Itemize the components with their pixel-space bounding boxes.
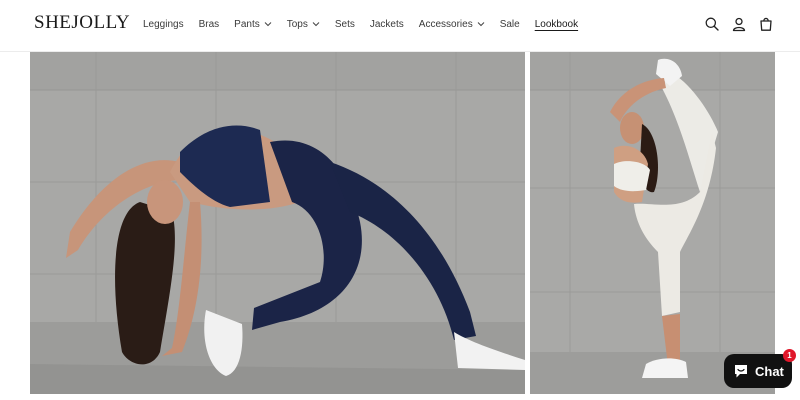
nav-item-pants[interactable]: Pants <box>234 19 272 30</box>
chevron-down-icon <box>477 22 485 27</box>
nav-item-bras[interactable]: Bras <box>199 19 220 30</box>
nav-label: Accessories <box>418 18 473 30</box>
site-header: SHEJOLLY Leggings Bras Pants Tops Sets J… <box>0 0 800 52</box>
nav-label: Lookbook <box>534 18 579 30</box>
chevron-down-icon <box>312 22 320 27</box>
nav-item-jackets[interactable]: Jackets <box>370 19 404 30</box>
nav-label: Pants <box>234 18 260 30</box>
nav-label: Tops <box>286 18 308 30</box>
nav-item-tops[interactable]: Tops <box>287 19 320 30</box>
chat-button[interactable]: Chat <box>724 354 792 388</box>
nav-item-sale[interactable]: Sale <box>500 19 520 30</box>
brand-logo[interactable]: SHEJOLLY <box>34 12 130 34</box>
nav-label: Bras <box>198 18 220 30</box>
nav-label: Leggings <box>143 18 184 30</box>
nav-label: Sets <box>334 18 355 30</box>
main-nav: Leggings Bras Pants Tops Sets Jackets Ac… <box>143 16 593 32</box>
nav-label: Jackets <box>369 18 404 30</box>
nav-item-leggings[interactable]: Leggings <box>143 19 184 30</box>
nav-item-lookbook[interactable]: Lookbook <box>535 19 578 30</box>
account-icon[interactable] <box>731 16 747 32</box>
chat-bubble-icon <box>735 365 747 378</box>
chevron-down-icon <box>264 22 272 27</box>
cart-icon[interactable] <box>758 16 774 32</box>
lookbook-image-standing-split[interactable] <box>530 52 775 394</box>
chat-notification-badge: 1 <box>783 349 796 362</box>
header-icons <box>704 16 774 32</box>
photo-backbend <box>30 52 525 394</box>
nav-item-accessories[interactable]: Accessories <box>419 19 485 30</box>
nav-item-sets[interactable]: Sets <box>335 19 355 30</box>
chat-label: Chat <box>755 363 784 379</box>
search-icon[interactable] <box>704 16 720 32</box>
nav-label: Sale <box>499 18 520 30</box>
lookbook-image-backbend[interactable] <box>30 52 525 394</box>
photo-standing-split <box>530 52 775 394</box>
